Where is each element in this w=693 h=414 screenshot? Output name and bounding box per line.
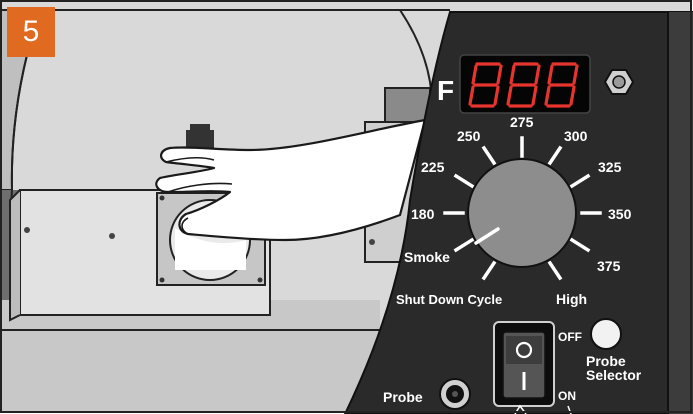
switch-on-label: ON bbox=[558, 389, 576, 403]
dial-label-shut-down-cycle: Shut Down Cycle bbox=[396, 292, 502, 307]
dial-label-325: 325 bbox=[598, 159, 622, 175]
probe-selector-label-line2: Selector bbox=[586, 367, 642, 383]
dial-label-smoke: Smoke bbox=[404, 249, 450, 265]
grill-controller-illustration: F 275 250 300 225 325 180 350 Smoke 375 … bbox=[0, 0, 693, 414]
probe-jack-label: Probe bbox=[383, 389, 423, 405]
probe-jack-port[interactable] bbox=[439, 378, 471, 410]
probe-selector-button[interactable] bbox=[590, 318, 622, 350]
dial-label-375: 375 bbox=[597, 258, 621, 274]
switch-off-label: OFF bbox=[558, 330, 582, 344]
dial-label-high: High bbox=[556, 291, 587, 307]
illustration-stage: F 275 250 300 225 325 180 350 Smoke 375 … bbox=[0, 0, 693, 414]
step-number-badge: 5 bbox=[7, 7, 55, 57]
dial-label-250: 250 bbox=[457, 128, 481, 144]
temperature-unit-label: F bbox=[437, 75, 454, 106]
dial-label-225: 225 bbox=[421, 159, 445, 175]
power-switch[interactable] bbox=[493, 321, 555, 407]
dial-label-300: 300 bbox=[564, 128, 588, 144]
dial-label-350: 350 bbox=[608, 206, 632, 222]
temperature-dial-knob[interactable] bbox=[467, 158, 577, 268]
dial-label-275: 275 bbox=[510, 114, 534, 130]
hex-nut-icon bbox=[603, 69, 635, 95]
dial-label-180: 180 bbox=[411, 206, 435, 222]
